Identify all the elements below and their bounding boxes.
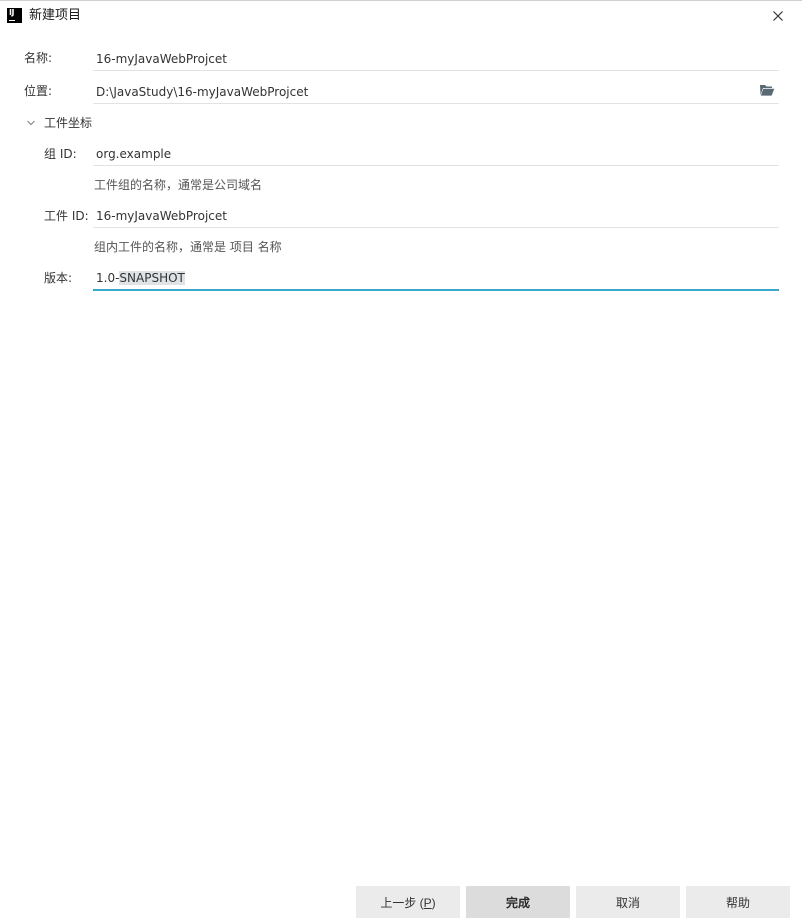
title-bar: IJ 新建项目 [0, 1, 802, 31]
name-field[interactable]: 16-myJavaWebProjcet [93, 47, 779, 71]
logo-text: IJ [9, 8, 14, 17]
group-id-field[interactable]: org.example [93, 142, 779, 166]
help-button[interactable]: 帮助 [686, 886, 790, 918]
artifact-coordinates-label: 工件坐标 [44, 116, 93, 130]
artifact-id-value: 16-myJavaWebProjcet [96, 209, 227, 223]
artifact-id-hint: 组内工件的名称，通常是 项目 名称 [94, 240, 282, 254]
version-value-selected: SNAPSHOT [119, 271, 185, 285]
version-value: 1.0-SNAPSHOT [96, 270, 185, 286]
artifact-id-field[interactable]: 16-myJavaWebProjcet [93, 204, 779, 228]
new-project-dialog: IJ 新建项目 名称: 16-myJavaWebProjcet 位置: D:\J… [0, 0, 802, 924]
browse-folder-button[interactable] [759, 83, 775, 97]
close-icon [773, 11, 783, 21]
version-value-prefix: 1.0- [96, 271, 120, 285]
group-id-label: 组 ID: [44, 147, 77, 161]
previous-label-end: ) [431, 896, 436, 910]
name-value: 16-myJavaWebProjcet [96, 52, 227, 66]
group-id-hint: 工件组的名称，通常是公司域名 [94, 178, 263, 192]
location-label: 位置: [24, 84, 53, 98]
chevron-down-icon [27, 120, 35, 126]
intellij-logo-icon: IJ [7, 8, 22, 23]
finish-button[interactable]: 完成 [466, 886, 570, 918]
close-button[interactable] [768, 6, 788, 26]
artifact-id-label: 工件 ID: [44, 209, 89, 223]
cancel-button[interactable]: 取消 [576, 886, 680, 918]
dialog-title: 新建项目 [29, 8, 82, 23]
artifact-coordinates-toggle[interactable]: 工件坐标 [24, 114, 124, 132]
previous-mnemonic: P [423, 896, 432, 910]
location-field[interactable]: D:\JavaStudy\16-myJavaWebProjcet [93, 80, 779, 104]
previous-button[interactable]: 上一步 (P) [356, 886, 460, 918]
folder-open-icon [760, 85, 775, 96]
location-value: D:\JavaStudy\16-myJavaWebProjcet [96, 85, 309, 99]
version-field[interactable]: 1.0-SNAPSHOT [93, 266, 779, 291]
version-label: 版本: [44, 271, 73, 285]
name-label: 名称: [24, 51, 53, 65]
group-id-value: org.example [96, 147, 172, 161]
previous-label: 上一步 ( [380, 896, 424, 910]
